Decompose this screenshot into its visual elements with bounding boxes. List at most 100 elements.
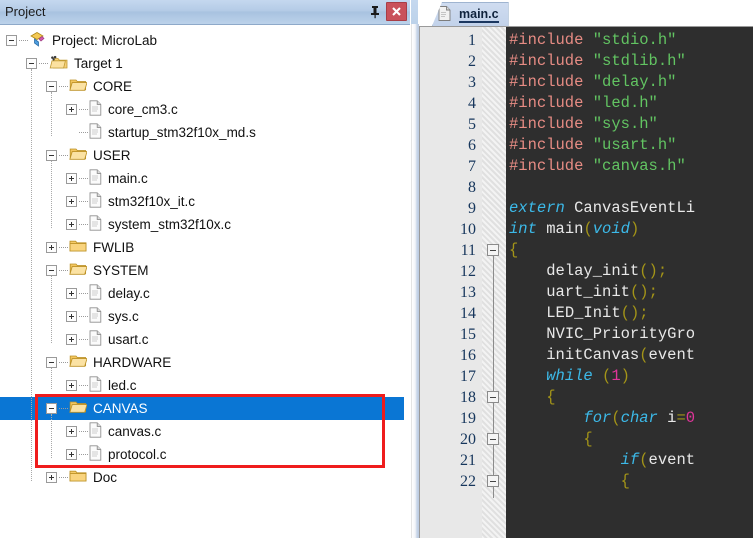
- tree-node[interactable]: SYSTEM: [0, 259, 409, 282]
- code-line[interactable]: NVIC_PriorityGro: [509, 324, 695, 345]
- tree-connector: [79, 338, 88, 341]
- collapse-icon[interactable]: [46, 150, 57, 161]
- close-icon[interactable]: [386, 2, 407, 21]
- project-tree-scroll[interactable]: Project: MicroLab Target 1 CORE core_cm3.cs…: [0, 25, 410, 538]
- tree-node-label: FWLIB: [93, 240, 135, 255]
- fold-collapse-icon[interactable]: [487, 391, 499, 403]
- tree-connector: [19, 39, 28, 42]
- tree-node[interactable]: canvas.c: [0, 420, 409, 443]
- s-file-icon: [89, 123, 102, 142]
- project-panel-title-buttons: [368, 2, 407, 21]
- expand-icon[interactable]: [66, 288, 77, 299]
- tree-node-label: startup_stm32f10x_md.s: [108, 125, 256, 140]
- code-line[interactable]: #include "stdlib.h": [509, 51, 686, 72]
- code-editor[interactable]: 1 2 3 4 5 6 7 8 9 10 11 12 13 14 15 16 17 18 19 20 21 22 #inc…: [419, 26, 753, 538]
- code-line[interactable]: {: [509, 387, 555, 408]
- code-line[interactable]: {: [509, 471, 630, 492]
- line-number: 13: [460, 284, 476, 301]
- collapse-icon[interactable]: [26, 58, 37, 69]
- code-line[interactable]: extern CanvasEventLi: [509, 198, 695, 219]
- tree-node-selected[interactable]: CANVAS: [0, 397, 404, 420]
- tree-connector: [79, 223, 88, 226]
- project-icon: [29, 31, 46, 50]
- code-line[interactable]: int main(void): [509, 219, 639, 240]
- line-number: 15: [460, 326, 476, 343]
- code-line[interactable]: uart_init();: [509, 282, 658, 303]
- expand-icon[interactable]: [66, 311, 77, 322]
- c-file-icon: [89, 330, 102, 349]
- tree-node[interactable]: system_stm32f10x.c: [0, 213, 409, 236]
- tree-node[interactable]: usart.c: [0, 328, 409, 351]
- tree-node[interactable]: core_cm3.c: [0, 98, 409, 121]
- expand-icon[interactable]: [66, 104, 77, 115]
- code-line[interactable]: #include "stdio.h": [509, 30, 676, 51]
- collapse-icon[interactable]: [46, 403, 57, 414]
- tree-node[interactable]: main.c: [0, 167, 409, 190]
- tree-node[interactable]: stm32f10x_it.c: [0, 190, 409, 213]
- expand-icon[interactable]: [46, 242, 57, 253]
- expand-icon[interactable]: [66, 173, 77, 184]
- tree-connector: [59, 85, 68, 88]
- tree-node[interactable]: led.c: [0, 374, 409, 397]
- line-number: 12: [460, 263, 476, 280]
- tree-node-label: CANVAS: [93, 401, 148, 416]
- code-line[interactable]: {: [509, 240, 518, 261]
- code-line[interactable]: {: [509, 429, 592, 450]
- tree-node[interactable]: delay.c: [0, 282, 409, 305]
- code-line[interactable]: #include "led.h": [509, 93, 658, 114]
- c-file-icon: [89, 376, 102, 395]
- collapse-icon[interactable]: [46, 81, 57, 92]
- pin-icon[interactable]: [368, 3, 382, 21]
- code-line[interactable]: while (1): [509, 366, 630, 387]
- fold-margin[interactable]: [482, 27, 506, 538]
- expand-icon[interactable]: [66, 380, 77, 391]
- expand-icon[interactable]: [66, 334, 77, 345]
- fold-collapse-icon[interactable]: [487, 475, 499, 487]
- tree-connector: [59, 154, 68, 157]
- code-line[interactable]: #include "usart.h": [509, 135, 676, 156]
- tree-connector: [79, 384, 88, 387]
- code-line[interactable]: initCanvas(event: [509, 345, 695, 366]
- code-line[interactable]: LED_Init();: [509, 303, 648, 324]
- collapse-icon[interactable]: [6, 35, 17, 46]
- tree-node[interactable]: Project: MicroLab: [0, 29, 409, 52]
- tree-node[interactable]: CORE: [0, 75, 409, 98]
- code-text[interactable]: #include "stdio.h" #include "stdlib.h" #in…: [506, 27, 753, 538]
- tree-guide-line: [51, 92, 52, 136]
- tree-node[interactable]: Doc: [0, 466, 409, 489]
- c-file-icon: [89, 445, 102, 464]
- fold-collapse-icon[interactable]: [487, 433, 499, 445]
- expand-icon[interactable]: [66, 449, 77, 460]
- tree-node[interactable]: HARDWARE: [0, 351, 409, 374]
- expand-icon[interactable]: [66, 219, 77, 230]
- code-line[interactable]: for(char i=0: [509, 408, 695, 429]
- fold-guide-line: [493, 246, 494, 498]
- expand-icon[interactable]: [66, 196, 77, 207]
- c-file-icon: [89, 169, 102, 188]
- tree-guide-line: [51, 368, 52, 389]
- tree-node[interactable]: startup_stm32f10x_md.s: [0, 121, 409, 144]
- tree-node[interactable]: Target 1: [0, 52, 409, 75]
- tree-guide-line: [31, 69, 32, 481]
- line-number: 20: [460, 431, 476, 448]
- pane-splitter[interactable]: [410, 0, 419, 538]
- tree-node[interactable]: sys.c: [0, 305, 409, 328]
- code-line[interactable]: #include "canvas.h": [509, 156, 686, 177]
- expand-icon[interactable]: [66, 426, 77, 437]
- line-number: 11: [460, 242, 476, 259]
- tab-main-c[interactable]: main.c: [432, 2, 509, 26]
- tree-node[interactable]: protocol.c: [0, 443, 409, 466]
- tree-node[interactable]: USER: [0, 144, 409, 167]
- folder-open-icon: [69, 354, 88, 371]
- code-line[interactable]: #include "sys.h": [509, 114, 658, 135]
- code-line[interactable]: delay_init();: [509, 261, 667, 282]
- collapse-icon[interactable]: [46, 357, 57, 368]
- tree-node-label: USER: [93, 148, 131, 163]
- collapse-icon[interactable]: [46, 265, 57, 276]
- fold-collapse-icon[interactable]: [487, 244, 499, 256]
- code-line[interactable]: #include "delay.h": [509, 72, 676, 93]
- splitter-handle[interactable]: [411, 24, 419, 538]
- expand-icon[interactable]: [46, 472, 57, 483]
- code-line[interactable]: if(event: [509, 450, 695, 471]
- tree-node[interactable]: FWLIB: [0, 236, 409, 259]
